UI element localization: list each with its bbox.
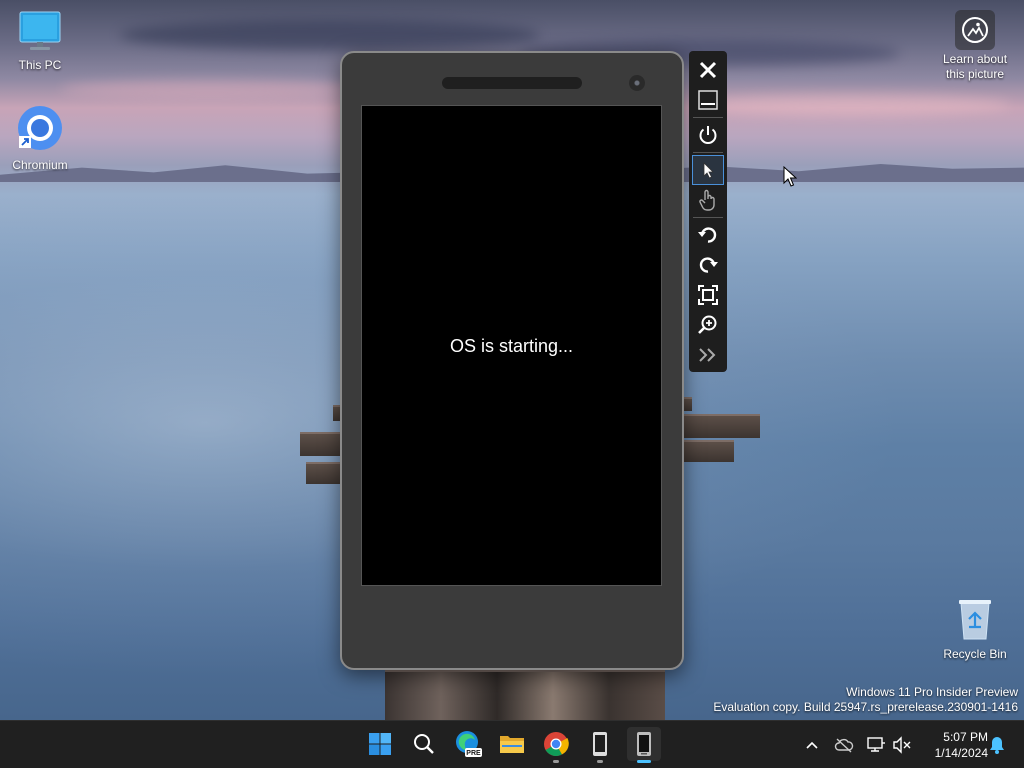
watermark-line1: Windows 11 Pro Insider Preview: [846, 685, 1018, 699]
notifications-button[interactable]: [985, 731, 1009, 759]
recycle-bin-shortcut[interactable]: Recycle Bin: [935, 597, 1015, 661]
onedrive-tray-button[interactable]: [832, 731, 856, 759]
emulator-toolbar: [689, 51, 727, 372]
pier-plank: [684, 397, 692, 411]
this-pc-label: This PC: [18, 58, 62, 72]
rotate-right-button[interactable]: [693, 251, 723, 279]
watermark-line2: Evaluation copy. Build 25947.rs_prerelea…: [713, 700, 1018, 714]
clock-time: 5:07 PM: [943, 730, 988, 744]
toolbar-separator: [693, 217, 723, 218]
volume-muted-icon: [893, 736, 911, 754]
pier-plank: [684, 414, 760, 438]
taskbar: PRE 5:07 PM 1/14/2024: [0, 720, 1024, 768]
start-icon: [369, 733, 391, 755]
chromium-shortcut[interactable]: Chromium: [0, 104, 80, 172]
touch-hand-icon: [699, 189, 715, 211]
clock[interactable]: 5:07 PM 1/14/2024: [918, 729, 988, 761]
close-button[interactable]: [693, 56, 723, 84]
rotate-left-icon: [698, 227, 717, 243]
pointer-mode-button[interactable]: [692, 155, 724, 185]
chrome-icon: [544, 732, 569, 757]
pier-plank: [300, 432, 345, 456]
file-explorer-icon: [500, 736, 524, 753]
more-tools-icon: [699, 348, 716, 362]
minimize-button[interactable]: [693, 86, 723, 114]
chrome-button[interactable]: [539, 727, 573, 763]
touch-mode-button[interactable]: [693, 186, 723, 214]
cloud: [120, 20, 540, 50]
edge-preview-button[interactable]: PRE: [451, 727, 485, 761]
cloud: [60, 80, 360, 98]
search-icon: [414, 734, 434, 754]
chromium-icon: [0, 104, 80, 155]
emulator-taskbar-button[interactable]: [627, 727, 661, 763]
chromium-label: Chromium: [12, 158, 68, 172]
bell-icon: [990, 737, 1004, 754]
minimize-icon: [698, 90, 718, 110]
recycle-bin-icon: [935, 597, 1015, 644]
emulator-window[interactable]: OS is starting...: [340, 51, 684, 670]
edge-badge: PRE: [466, 750, 481, 757]
more-tools-button[interactable]: [693, 341, 723, 369]
zoom-icon: [698, 315, 717, 334]
volume-tray-button[interactable]: [890, 731, 914, 759]
clock-date: 1/14/2024: [934, 746, 988, 760]
pier-plank: [684, 440, 734, 462]
emulator-screen[interactable]: OS is starting...: [361, 105, 662, 586]
pier-walkway: [385, 670, 665, 720]
show-hidden-icons-button[interactable]: [800, 731, 824, 759]
power-icon: [699, 126, 717, 144]
pointer-icon: [703, 162, 714, 179]
learn-about-picture[interactable]: Learn about this picture: [936, 10, 1014, 82]
pier-plank: [306, 462, 342, 484]
chevron-up-icon: [806, 741, 818, 749]
phone-camera: [629, 75, 645, 91]
camera-info-icon: [955, 10, 995, 50]
learn-about-line2: this picture: [945, 67, 1005, 81]
learn-about-line1: Learn about: [942, 52, 1008, 66]
toolbar-separator: [693, 117, 723, 118]
evaluation-watermark: Windows 11 Pro Insider Preview Evaluatio…: [713, 685, 1018, 715]
edge-preview-icon: PRE: [456, 731, 482, 757]
search-button[interactable]: [407, 727, 441, 761]
rotate-left-button[interactable]: [693, 221, 723, 249]
rotate-right-icon: [699, 257, 718, 273]
this-pc-shortcut[interactable]: This PC: [0, 10, 80, 72]
phone-app-button[interactable]: [583, 727, 617, 763]
network-icon: [867, 737, 885, 752]
zoom-button[interactable]: [693, 311, 723, 339]
close-icon: [699, 61, 717, 79]
cloud-off-icon: [834, 738, 854, 753]
start-button[interactable]: [363, 727, 397, 761]
phone-app-icon: [593, 732, 607, 756]
toolbar-separator: [693, 152, 723, 153]
cloud: [690, 95, 1010, 115]
file-explorer-button[interactable]: [495, 727, 529, 761]
power-button[interactable]: [693, 121, 723, 149]
emulator-phone-icon: [637, 732, 651, 756]
network-tray-button[interactable]: [864, 731, 888, 759]
monitor-icon: [0, 10, 80, 55]
fit-screen-icon: [698, 285, 718, 305]
recycle-bin-label: Recycle Bin: [943, 647, 1007, 661]
fit-screen-button[interactable]: [693, 281, 723, 309]
phone-speaker: [442, 77, 582, 89]
boot-status-text: OS is starting...: [449, 336, 574, 356]
mouse-cursor-icon: [783, 165, 798, 192]
